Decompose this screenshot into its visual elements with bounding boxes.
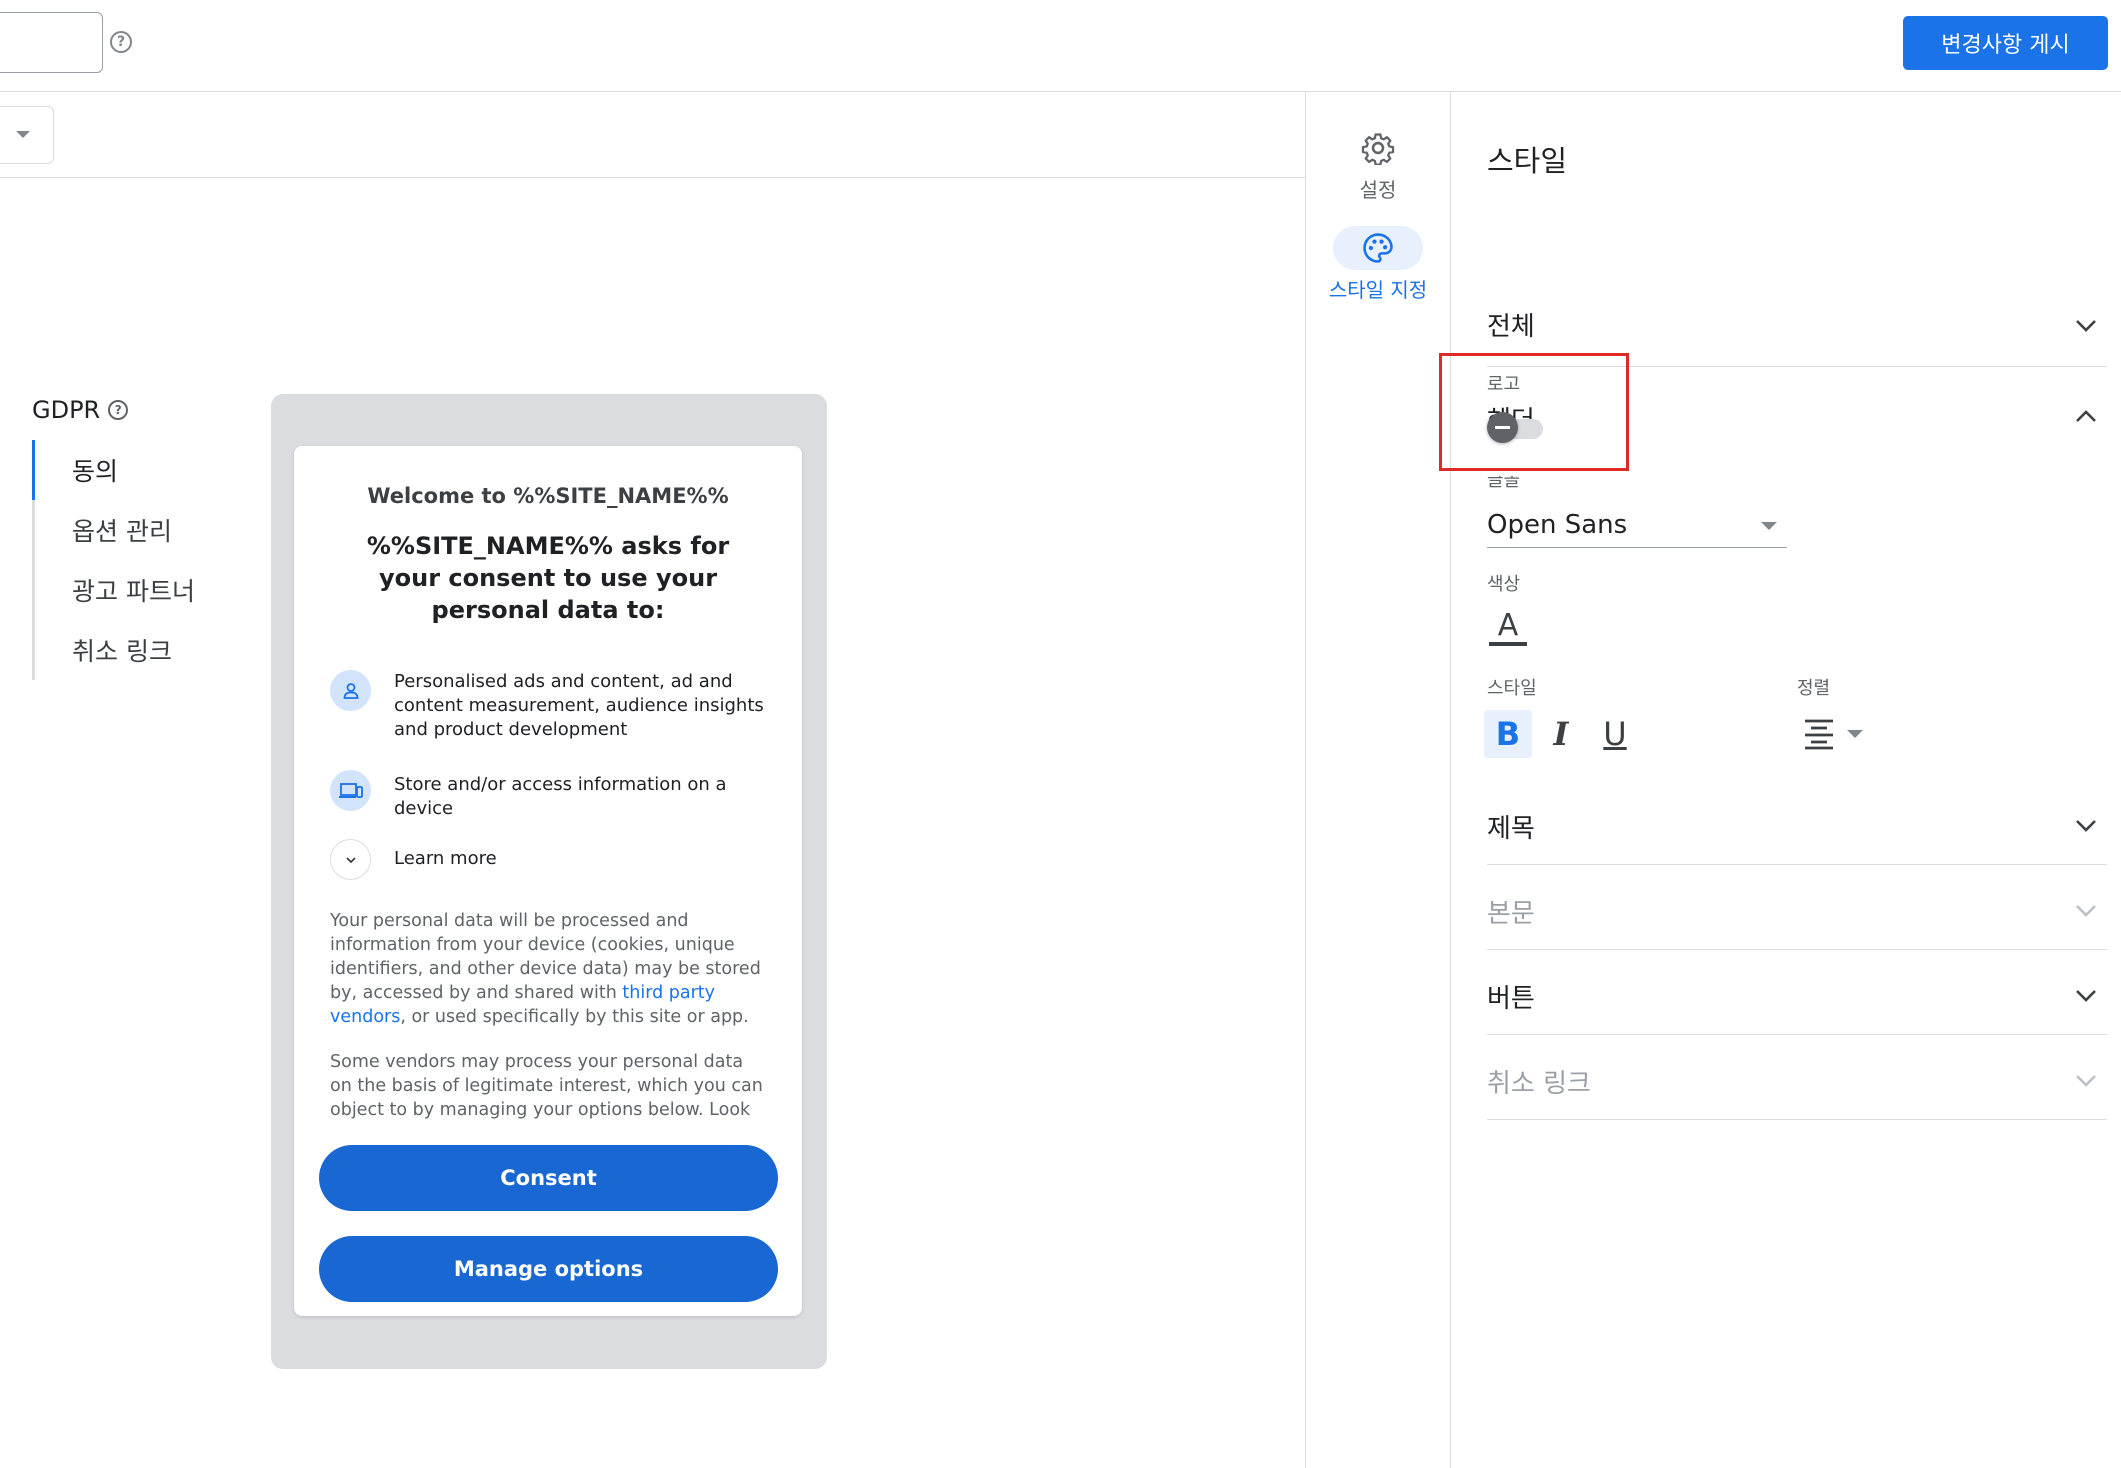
devices-icon <box>330 770 371 811</box>
tab-styling-label: 스타일 지정 <box>1328 278 1428 302</box>
consent-dialog: Welcome to %%SITE_NAME%% %%SITE_NAME%% a… <box>294 446 802 1316</box>
tab-styling[interactable]: 스타일 지정 <box>1318 226 1438 303</box>
italic-button[interactable]: I <box>1537 710 1585 758</box>
gdpr-heading: GDPR ? <box>32 396 129 424</box>
help-icon[interactable]: ? <box>108 400 129 420</box>
bold-button[interactable]: B <box>1484 710 1532 758</box>
preview-toolbar <box>0 92 1305 178</box>
nav-item-manage-options[interactable]: 옵션 관리 <box>35 500 212 560</box>
purpose-text: Personalised ads and content, ad and con… <box>394 671 764 740</box>
highlight-box <box>1439 353 1629 471</box>
align-center-icon <box>1805 719 1833 750</box>
learn-more[interactable]: Learn more <box>330 839 774 880</box>
help-icon[interactable]: ? <box>110 31 132 53</box>
section-buttons[interactable]: 버튼 <box>1487 950 2107 1035</box>
font-select[interactable]: Open Sans <box>1487 508 1787 548</box>
chevron-down-icon <box>2076 990 2096 1002</box>
section-cancel-link: 취소 링크 <box>1487 1035 2107 1120</box>
purpose-item: Store and/or access information on a dev… <box>330 770 774 821</box>
dropdown-caret-icon <box>1761 522 1777 530</box>
data-processing-text: Your personal data will be processed and… <box>330 911 761 1027</box>
publish-changes-button[interactable]: 변경사항 게시 <box>1903 16 2108 70</box>
nav-item-ad-partners[interactable]: 광고 파트너 <box>35 560 212 620</box>
alignment-select[interactable] <box>1802 716 1882 756</box>
text-color-button[interactable]: A <box>1489 610 1527 646</box>
chevron-down-icon <box>2076 905 2096 917</box>
chevron-down-icon <box>2076 820 2096 832</box>
style-label: 스타일 <box>1487 678 1537 699</box>
palette-icon <box>1333 226 1423 270</box>
chevron-down-icon <box>2076 1075 2096 1087</box>
top-bar: ? 변경사항 게시 <box>0 0 2121 92</box>
person-icon <box>330 670 371 711</box>
legitimate-interest-text: Some vendors may process your personal d… <box>330 1052 763 1120</box>
preview-frame: Welcome to %%SITE_NAME%% %%SITE_NAME%% a… <box>271 394 827 1369</box>
panel-title: 스타일 <box>1487 144 1568 178</box>
device-select[interactable] <box>0 106 54 164</box>
chevron-down-icon <box>2076 320 2096 332</box>
chevron-up-icon <box>2076 410 2096 422</box>
message-nav: 동의 옵션 관리 광고 파트너 취소 링크 <box>32 440 212 680</box>
dropdown-caret-icon <box>16 131 30 138</box>
consent-button[interactable]: Consent <box>319 1145 778 1211</box>
nav-item-consent[interactable]: 동의 <box>32 440 212 500</box>
gear-icon <box>1333 126 1423 170</box>
tab-settings-label: 설정 <box>1359 178 1397 202</box>
purpose-item: Personalised ads and content, ad and con… <box>330 670 774 742</box>
color-label: 색상 <box>1487 574 1521 595</box>
message-name-input[interactable] <box>0 12 103 73</box>
nav-item-revoke-link[interactable]: 취소 링크 <box>35 620 212 680</box>
section-heading[interactable]: 제목 <box>1487 780 2107 865</box>
gdpr-label: GDPR <box>32 396 101 424</box>
purpose-text: Store and/or access information on a dev… <box>394 774 727 819</box>
underline-button[interactable]: U <box>1591 710 1639 758</box>
learn-more-label[interactable]: Learn more <box>394 839 774 871</box>
dialog-title: %%SITE_NAME%% asks for your consent to u… <box>366 532 730 624</box>
dropdown-caret-icon <box>1847 730 1863 738</box>
align-label: 정렬 <box>1797 678 1831 699</box>
dialog-welcome: Welcome to %%SITE_NAME%% <box>367 484 729 508</box>
section-body: 본문 <box>1487 865 2107 950</box>
panel-tab-rail: 설정 스타일 지정 <box>1305 92 1451 1468</box>
tab-settings[interactable]: 설정 <box>1318 126 1438 203</box>
manage-options-button[interactable]: Manage options <box>319 1236 778 1302</box>
chevron-down-icon[interactable] <box>330 839 371 880</box>
